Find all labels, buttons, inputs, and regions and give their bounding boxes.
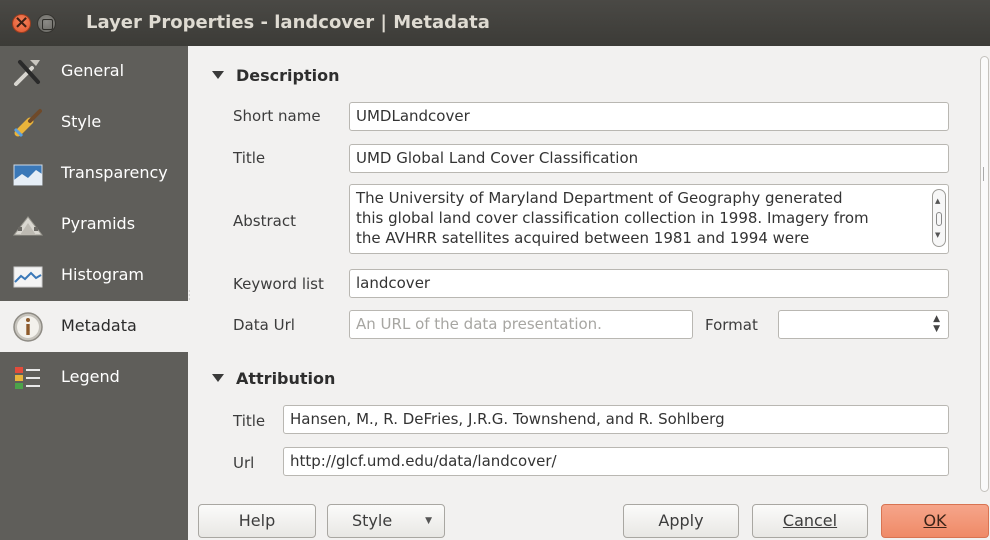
sidebar-item-label: Legend <box>61 367 120 386</box>
attribution-url-label: Url <box>233 454 255 472</box>
scroll-thumb[interactable] <box>983 167 988 181</box>
spinner-arrows-icon: ▲ ▼ <box>933 314 940 334</box>
sidebar: General Style Transparency Pyramids Hist… <box>0 46 188 540</box>
splitter-handle[interactable]: · · · <box>188 288 194 310</box>
title-bar: Layer Properties - landcover | Metadata <box>0 0 990 46</box>
format-combo[interactable]: ▲ ▼ <box>778 310 949 339</box>
scroll-thumb[interactable] <box>936 212 942 226</box>
scroll-down-icon[interactable]: ▼ <box>935 225 940 245</box>
close-window-button[interactable] <box>12 12 31 33</box>
legend-icon <box>15 367 40 389</box>
attribution-title-label: Title <box>233 412 266 430</box>
main-scrollbar[interactable] <box>978 52 990 498</box>
sidebar-item-label: Histogram <box>61 265 144 284</box>
abstract-line: this global land cover classification co… <box>356 209 869 227</box>
abstract-line: The University of Maryland Department of… <box>356 189 843 207</box>
pyramids-icon <box>12 216 44 236</box>
style-brush-icon <box>13 109 42 138</box>
title-label: Title <box>233 149 266 167</box>
apply-button[interactable]: Apply <box>623 504 739 538</box>
scroll-track[interactable] <box>980 56 989 492</box>
abstract-scrollbar[interactable]: ▲ ▼ <box>932 189 946 247</box>
short-name-input[interactable]: UMDLandcover <box>349 102 949 131</box>
ok-button[interactable]: OK <box>881 504 989 538</box>
abstract-label: Abstract <box>233 212 296 230</box>
ok-button-label: OK <box>923 511 947 530</box>
scroll-up-icon[interactable]: ▲ <box>935 191 940 211</box>
sidebar-item-legend[interactable]: Legend <box>0 352 188 403</box>
attribution-url-input[interactable]: http://glcf.umd.edu/data/landcover/ <box>283 447 949 476</box>
title-input[interactable]: UMD Global Land Cover Classification <box>349 144 949 173</box>
abstract-textarea[interactable]: The University of Maryland Department of… <box>349 184 949 254</box>
attribution-title-input[interactable]: Hansen, M., R. DeFries, J.R.G. Townshend… <box>283 405 949 434</box>
help-button[interactable]: Help <box>198 504 316 538</box>
sidebar-item-metadata[interactable]: Metadata <box>0 301 188 352</box>
metadata-panel: Description Short name UMDLandcover Titl… <box>196 46 976 494</box>
description-header: Description <box>236 66 340 85</box>
sidebar-item-pyramids[interactable]: Pyramids <box>0 199 188 250</box>
keyword-list-input[interactable]: landcover <box>349 269 949 298</box>
data-url-input[interactable]: An URL of the data presentation. <box>349 310 693 339</box>
attribution-section-toggle[interactable]: Attribution <box>212 369 335 388</box>
cancel-button[interactable]: Cancel <box>752 504 868 538</box>
metadata-info-icon <box>13 312 43 342</box>
format-label: Format <box>705 316 758 334</box>
collapse-arrow-icon <box>212 374 224 382</box>
sidebar-item-label: Metadata <box>61 316 137 335</box>
style-menu-button[interactable]: Style ▼ <box>327 504 445 538</box>
histogram-icon <box>13 266 43 288</box>
transparency-icon <box>13 164 43 186</box>
short-name-label: Short name <box>233 107 321 125</box>
dropdown-arrow-icon: ▼ <box>425 516 432 526</box>
minimize-window-button[interactable] <box>37 14 56 33</box>
cancel-button-label: Cancel <box>782 511 838 530</box>
data-url-label: Data Url <box>233 316 295 334</box>
sidebar-item-label: Pyramids <box>61 214 136 233</box>
sidebar-item-label: Style <box>61 112 102 131</box>
sidebar-item-label: Transparency <box>61 163 168 182</box>
general-tools-icon <box>14 60 40 86</box>
attribution-header: Attribution <box>236 369 336 388</box>
keyword-list-label: Keyword list <box>233 275 324 293</box>
sidebar-item-label: General <box>61 61 125 80</box>
sidebar-item-transparency[interactable]: Transparency <box>0 148 188 199</box>
description-section-toggle[interactable]: Description <box>212 66 339 85</box>
sidebar-item-histogram[interactable]: Histogram <box>0 250 188 301</box>
style-button-label: Style <box>352 511 393 530</box>
abstract-line: the AVHRR satellites acquired between 19… <box>356 229 810 247</box>
window-title: Layer Properties - landcover | Metadata <box>86 12 490 33</box>
sidebar-item-general[interactable]: General <box>0 46 188 97</box>
help-button-label: Help <box>238 511 276 530</box>
collapse-arrow-icon <box>212 71 224 79</box>
sidebar-item-style[interactable]: Style <box>0 97 188 148</box>
apply-button-label: Apply <box>658 511 704 530</box>
